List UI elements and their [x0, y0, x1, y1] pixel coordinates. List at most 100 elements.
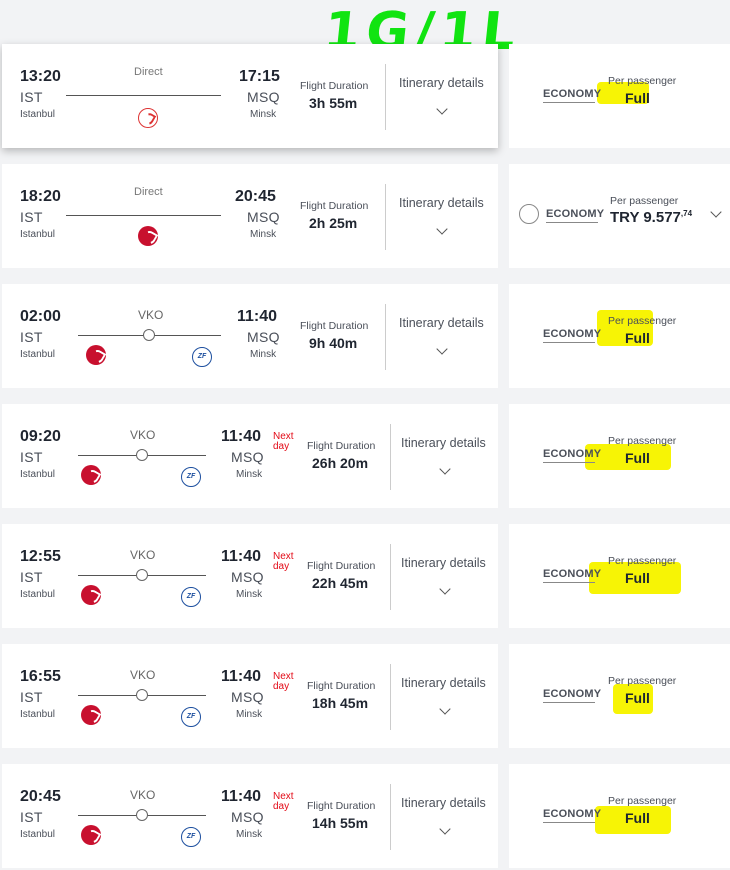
fare-card[interactable]: ECONOMY Per passenger Full	[509, 44, 730, 148]
flight-duration-label: Flight Duration	[307, 440, 376, 452]
fare-card[interactable]: ECONOMY Per passenger Full	[509, 764, 730, 868]
flight-duration-value: 9h 40m	[309, 335, 358, 351]
fare-value: Full	[625, 90, 650, 106]
economy-underline	[543, 702, 595, 703]
fare-card[interactable]: ECONOMY Per passenger Full	[509, 524, 730, 628]
flight-card[interactable]: 13:20 IST Istanbul Direct 17:15 MSQ Mins…	[2, 44, 498, 148]
flight-duration-label: Flight Duration	[300, 320, 369, 332]
route-line	[66, 95, 221, 96]
economy-label: ECONOMY	[543, 688, 602, 700]
flight-duration-value: 26h 20m	[312, 455, 369, 471]
turkish-airlines-logo-icon	[81, 585, 101, 605]
departure-time: 09:20	[20, 428, 61, 445]
flight-row-2: 02:00 IST Istanbul VKO ZF 11:40 MSQ Mins…	[0, 284, 730, 390]
next-day-indicator: Next day	[273, 431, 294, 452]
divider	[385, 304, 386, 370]
divider	[385, 64, 386, 130]
flight-duration-label: Flight Duration	[307, 560, 376, 572]
per-passenger-label: Per passenger	[608, 675, 677, 687]
arrival-city: Minsk	[250, 349, 277, 360]
stop-label: Direct	[134, 66, 163, 78]
stopover-dot	[136, 809, 148, 821]
departure-city: Istanbul	[20, 709, 56, 720]
departure-city: Istanbul	[20, 829, 56, 840]
flight-card[interactable]: 18:20 IST Istanbul Direct 20:45 MSQ Mins…	[2, 164, 498, 268]
departure-city: Istanbul	[20, 349, 56, 360]
fare-card[interactable]: ECONOMY Per passenger Full	[509, 644, 730, 748]
fare-price-decimals: ,74	[680, 209, 693, 218]
flight-card[interactable]: 02:00 IST Istanbul VKO ZF 11:40 MSQ Mins…	[2, 284, 498, 388]
chevron-down-icon[interactable]	[439, 703, 451, 715]
arrival-code: MSQ	[231, 689, 264, 705]
flight-row-1: 18:20 IST Istanbul Direct 20:45 MSQ Mins…	[0, 164, 730, 270]
chevron-down-icon[interactable]	[439, 583, 451, 595]
fare-value: Full	[625, 810, 650, 826]
turkish-airlines-logo-icon	[138, 108, 158, 128]
next-day-indicator: Next day	[273, 791, 294, 812]
turkish-airlines-logo-icon	[86, 345, 106, 365]
fare-radio-button[interactable]	[519, 204, 539, 224]
flight-duration-value: 3h 55m	[309, 95, 358, 111]
fare-card[interactable]: ECONOMY Per passenger TRY 9.577,74	[509, 164, 730, 268]
fare-card[interactable]: ECONOMY Per passenger Full	[509, 404, 730, 508]
itinerary-details-link[interactable]: Itinerary details	[399, 76, 484, 90]
departure-time: 20:45	[20, 788, 61, 805]
itinerary-details-link[interactable]: Itinerary details	[401, 556, 486, 570]
arrival-time: 20:45	[235, 188, 276, 205]
itinerary-details-link[interactable]: Itinerary details	[401, 676, 486, 690]
arrival-code: MSQ	[231, 809, 264, 825]
fare-value: Full	[625, 690, 650, 706]
stopover-dot	[136, 689, 148, 701]
arrival-time: 11:40	[221, 788, 262, 805]
arrival-time: 11:40	[221, 428, 262, 445]
flight-card[interactable]: 16:55 IST Istanbul VKO ZF 11:40 Next day…	[2, 644, 498, 748]
turkish-airlines-logo-icon	[81, 705, 101, 725]
departure-time: 16:55	[20, 668, 61, 685]
stop-label: VKO	[130, 428, 156, 442]
stop-label: VKO	[130, 788, 156, 802]
fare-price-main: TRY 9.577	[610, 209, 681, 226]
per-passenger-label: Per passenger	[608, 315, 677, 327]
itinerary-details-link[interactable]: Itinerary details	[399, 196, 484, 210]
fare-price: TRY 9.577,74	[610, 209, 692, 226]
economy-label: ECONOMY	[543, 568, 602, 580]
flight-duration-label: Flight Duration	[300, 200, 369, 212]
chevron-down-icon[interactable]	[436, 223, 448, 235]
chevron-down-icon[interactable]	[439, 463, 451, 475]
arrival-time: 11:40	[221, 668, 262, 685]
stopover-dot	[136, 569, 148, 581]
itinerary-details-link[interactable]: Itinerary details	[399, 316, 484, 330]
fare-value: Full	[625, 330, 650, 346]
flight-row-3: 09:20 IST Istanbul VKO ZF 11:40 Next day…	[0, 404, 730, 510]
arrival-code: MSQ	[231, 449, 264, 465]
arrival-code: MSQ	[231, 569, 264, 585]
next-day-indicator: Next day	[273, 551, 294, 572]
flight-card[interactable]: 12:55 IST Istanbul VKO ZF 11:40 Next day…	[2, 524, 498, 628]
economy-label: ECONOMY	[543, 328, 602, 340]
flight-row-6: 20:45 IST Istanbul VKO ZF 11:40 Next day…	[0, 764, 730, 870]
per-passenger-label: Per passenger	[608, 555, 677, 567]
itinerary-details-link[interactable]: Itinerary details	[401, 796, 486, 810]
chevron-down-icon[interactable]	[710, 206, 722, 218]
departure-code: IST	[20, 329, 43, 345]
per-passenger-label: Per passenger	[608, 75, 677, 87]
chevron-down-icon[interactable]	[436, 103, 448, 115]
flight-card[interactable]: 20:45 IST Istanbul VKO ZF 11:40 Next day…	[2, 764, 498, 868]
chevron-down-icon[interactable]	[436, 343, 448, 355]
stop-label: VKO	[130, 548, 156, 562]
flight-duration-value: 18h 45m	[312, 695, 369, 711]
divider	[390, 424, 391, 490]
economy-underline	[543, 102, 595, 103]
itinerary-details-link[interactable]: Itinerary details	[401, 436, 486, 450]
stop-label: VKO	[130, 668, 156, 682]
arrival-time: 17:15	[239, 68, 280, 85]
flight-card[interactable]: 09:20 IST Istanbul VKO ZF 11:40 Next day…	[2, 404, 498, 508]
economy-underline	[543, 462, 595, 463]
chevron-down-icon[interactable]	[439, 823, 451, 835]
turkish-airlines-logo-icon	[81, 465, 101, 485]
azur-air-logo-icon: ZF	[181, 587, 201, 607]
economy-underline	[543, 582, 595, 583]
stop-label: VKO	[138, 308, 164, 322]
arrival-city: Minsk	[236, 829, 263, 840]
fare-card[interactable]: ECONOMY Per passenger Full	[509, 284, 730, 388]
